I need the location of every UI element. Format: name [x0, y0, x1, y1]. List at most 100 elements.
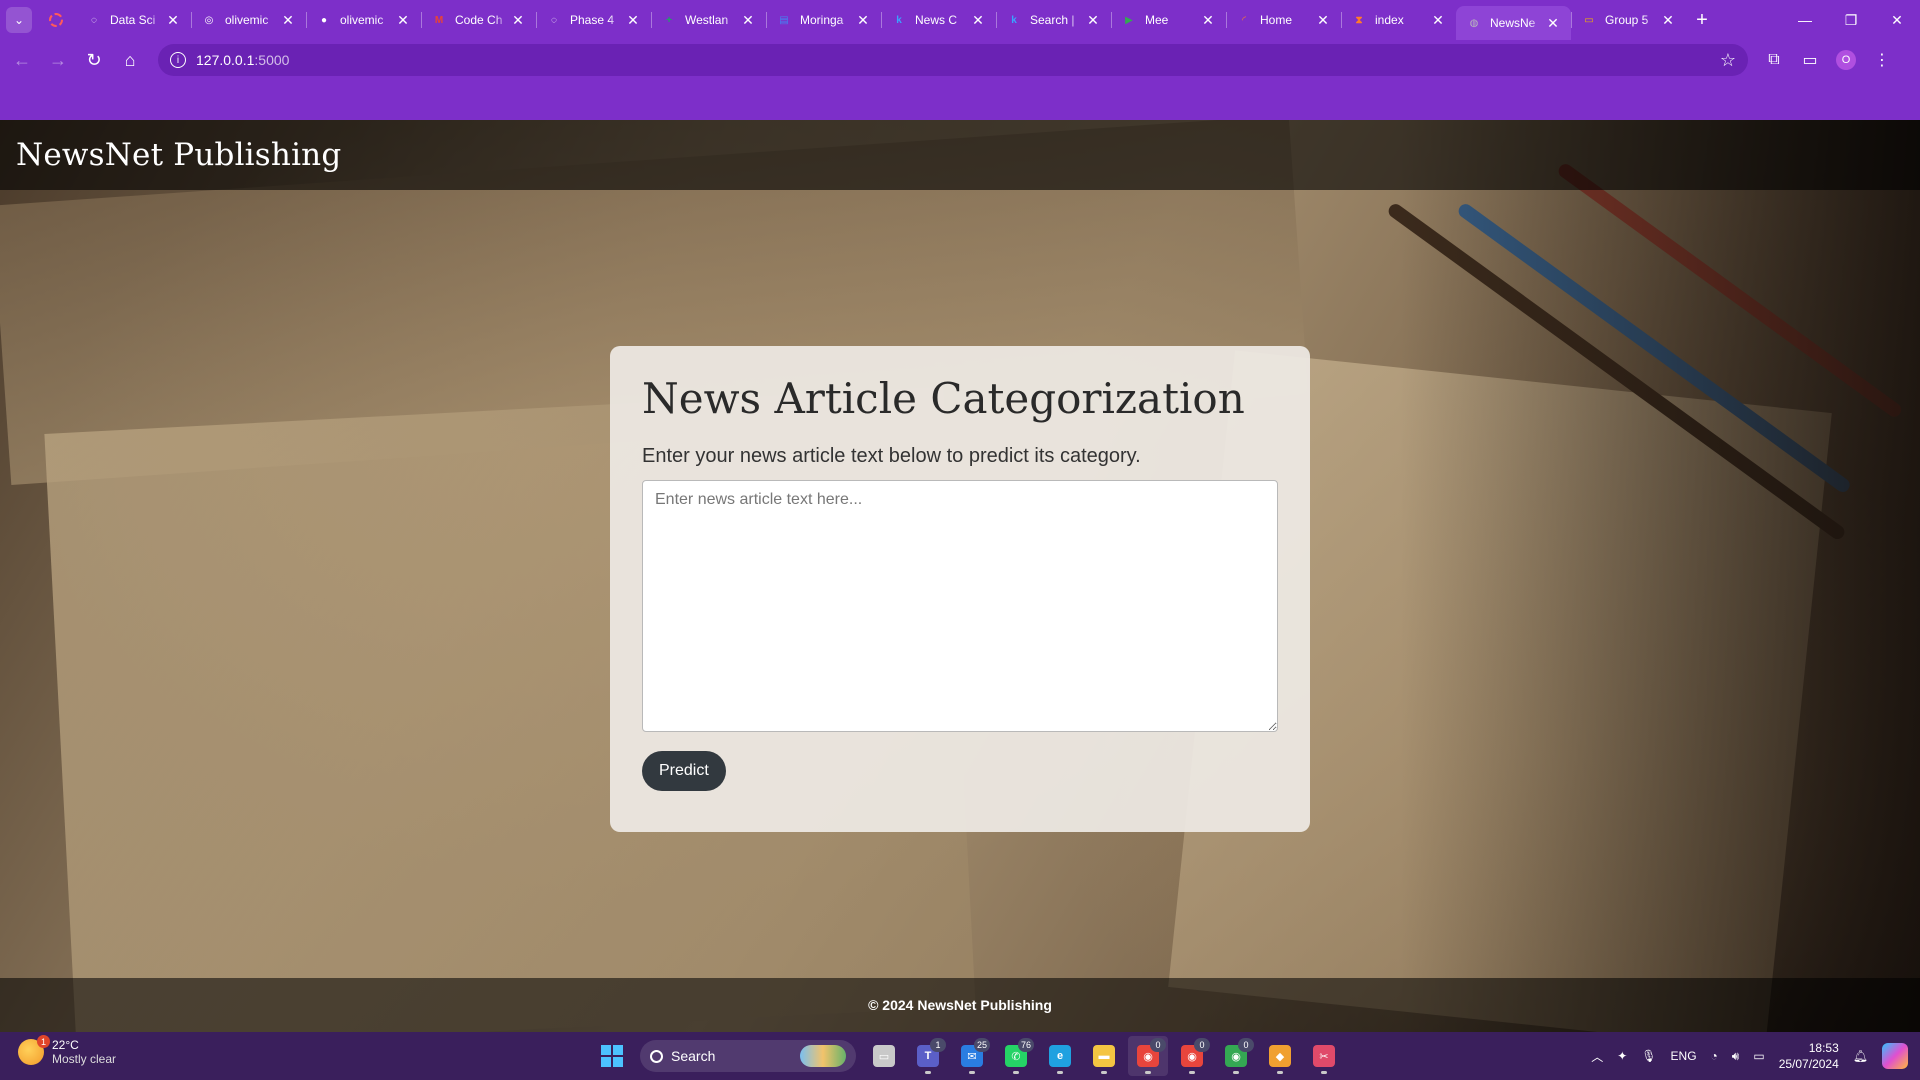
- tab-favicon-icon: ●: [320, 14, 328, 26]
- taskbar-app-button[interactable]: e: [1040, 1036, 1080, 1076]
- show-hidden-icons-icon[interactable]: ︿: [1591, 1048, 1603, 1065]
- tab-close-icon[interactable]: ✕: [1085, 12, 1101, 29]
- clock[interactable]: 18:53 25/07/2024: [1779, 1040, 1839, 1072]
- browser-tab[interactable]: ⧗ index ✕: [1341, 0, 1456, 40]
- tab-close-icon[interactable]: ✕: [510, 12, 526, 29]
- notification-count-badge: 25: [973, 1038, 990, 1052]
- taskbar-search[interactable]: Search: [640, 1040, 856, 1072]
- tab-close-icon[interactable]: ✕: [1315, 12, 1331, 29]
- taskbar-app-button[interactable]: ▬: [1084, 1036, 1124, 1076]
- running-indicator: [1145, 1071, 1151, 1074]
- site-footer: © 2024 NewsNet Publishing: [0, 978, 1920, 1032]
- browser-tab[interactable]: ◎ olivemic ✕: [191, 0, 306, 40]
- volume-icon[interactable]: 🔊︎: [1732, 1049, 1740, 1064]
- tab-favicon-icon: ⧗: [1355, 14, 1363, 26]
- close-window-button[interactable]: ✕: [1874, 0, 1920, 40]
- wifi-icon[interactable]: ◔: [1711, 1049, 1718, 1063]
- tab-close-icon[interactable]: ✕: [165, 12, 181, 29]
- clock-date: 25/07/2024: [1778, 1057, 1839, 1071]
- taskbar-app-button[interactable]: ◆: [1260, 1036, 1300, 1076]
- notification-bell-icon[interactable]: 🔔︎: [1853, 1049, 1868, 1063]
- gpu-icon[interactable]: ✦: [1617, 1049, 1627, 1063]
- system-tray: ︿ ✦ 🎙︎ ENG ◔ 🔊︎ ▭ 18:53 25/07/2024 🔔︎: [1584, 1032, 1920, 1080]
- tab-close-icon[interactable]: ✕: [1200, 12, 1216, 29]
- taskbar-app-button[interactable]: ✆ 76: [996, 1036, 1036, 1076]
- article-text-input[interactable]: [642, 480, 1278, 732]
- browser-tab[interactable]: ▶ Mee ✕: [1111, 0, 1226, 40]
- reload-button[interactable]: ↻: [76, 42, 112, 78]
- tab-title: Code Ch: [455, 13, 503, 27]
- tab-favicon-icon: +: [666, 14, 672, 26]
- edge-icon: e: [1049, 1045, 1071, 1067]
- start-button[interactable]: [592, 1036, 632, 1076]
- browser-tab[interactable]: ● olivemic ✕: [306, 0, 421, 40]
- tab-close-icon[interactable]: ✕: [740, 12, 756, 29]
- profile-avatar-button[interactable]: O: [1828, 42, 1864, 78]
- browser-tab[interactable]: k Search | ✕: [996, 0, 1111, 40]
- browser-tab[interactable]: + Westlan ✕: [651, 0, 766, 40]
- loading-icon: [49, 13, 63, 27]
- running-indicator: [1277, 1071, 1283, 1074]
- tab-favicon-icon: ▤: [779, 14, 789, 26]
- pinned-tab[interactable]: [36, 0, 76, 40]
- tab-favicon-icon: k: [1011, 14, 1017, 26]
- tab-title: Phase 4: [570, 13, 615, 27]
- tab-search-menu-icon[interactable]: ⌄: [6, 7, 32, 33]
- site-brand[interactable]: NewsNet Publishing: [16, 137, 341, 173]
- tab-favicon-icon: ◍: [1469, 17, 1479, 29]
- weather-widget[interactable]: 1 22°C Mostly clear: [18, 1035, 116, 1066]
- browser-tab[interactable]: ◌ Data Sci ✕: [76, 0, 191, 40]
- predict-button[interactable]: Predict: [642, 751, 726, 791]
- taskbar-app-button[interactable]: ✂: [1304, 1036, 1344, 1076]
- back-button[interactable]: ←: [4, 42, 40, 78]
- copilot-icon[interactable]: [1882, 1043, 1908, 1069]
- taskbar-app-button[interactable]: ◉ 0: [1216, 1036, 1256, 1076]
- extensions-icon[interactable]: ⧉: [1756, 42, 1792, 78]
- new-tab-button[interactable]: +: [1686, 0, 1718, 40]
- tab-close-icon[interactable]: ✕: [395, 12, 411, 29]
- taskbar-app-button[interactable]: ▭: [864, 1036, 904, 1076]
- browser-tab[interactable]: M Code Ch ✕: [421, 0, 536, 40]
- taskbar-app-button[interactable]: ◉ 0: [1128, 1036, 1168, 1076]
- browser-tab[interactable]: ◌ Phase 4 ✕: [536, 0, 651, 40]
- minimize-button[interactable]: —: [1782, 0, 1828, 40]
- forward-button[interactable]: →: [40, 42, 76, 78]
- notification-count-badge: 1: [930, 1038, 946, 1052]
- tab-close-icon[interactable]: ✕: [1545, 15, 1561, 32]
- tab-close-icon[interactable]: ✕: [280, 12, 296, 29]
- browser-tab[interactable]: ◍ NewsNe ✕: [1456, 6, 1571, 40]
- tab-close-icon[interactable]: ✕: [970, 12, 986, 29]
- url-text[interactable]: 127.0.0.1:5000: [196, 52, 1720, 68]
- tab-title: Search |: [1030, 13, 1075, 27]
- categorization-card: News Article Categorization Enter your n…: [610, 346, 1310, 832]
- tab-close-icon[interactable]: ✕: [625, 12, 641, 29]
- home-button[interactable]: ⌂: [112, 42, 148, 78]
- browser-tab[interactable]: ▭ Group 5 ✕: [1571, 0, 1686, 40]
- maximize-button[interactable]: ❐: [1828, 0, 1874, 40]
- tab-title: olivemic: [225, 13, 269, 27]
- taskbar-app-button[interactable]: ◉ 0: [1172, 1036, 1212, 1076]
- browser-toolbar: ← → ↻ ⌂ i 127.0.0.1:5000 ☆ ⧉ ▭ O ⋮: [0, 40, 1920, 80]
- tab-close-icon[interactable]: ✕: [1430, 12, 1446, 29]
- browser-tab[interactable]: ◜ Home ✕: [1226, 0, 1341, 40]
- tab-title: NewsNe: [1490, 16, 1536, 30]
- cast-icon[interactable]: ▭: [1792, 42, 1828, 78]
- browser-menu-icon[interactable]: ⋮: [1864, 42, 1900, 78]
- browser-tab[interactable]: k News C ✕: [881, 0, 996, 40]
- taskbar-apps: Search ▭ T 1 ✉ 25 ✆ 76 e ▬ ◉ 0 ◉ 0 ◉ 0 ◆ ✂: [590, 1036, 1346, 1076]
- tab-title: Data Sci: [110, 13, 156, 27]
- taskbar-app-button[interactable]: T1: [908, 1036, 948, 1076]
- notification-count-badge: 0: [1194, 1038, 1210, 1052]
- bookmark-star-icon[interactable]: ☆: [1720, 50, 1736, 71]
- notification-count-badge: 0: [1150, 1038, 1166, 1052]
- battery-icon[interactable]: ▭: [1753, 1049, 1764, 1063]
- site-info-icon[interactable]: i: [170, 52, 186, 68]
- page-viewport: NewsNet Publishing News Article Categori…: [0, 120, 1920, 1032]
- tab-close-icon[interactable]: ✕: [1660, 12, 1676, 29]
- taskbar-app-button[interactable]: ✉ 25: [952, 1036, 992, 1076]
- tab-close-icon[interactable]: ✕: [855, 12, 871, 29]
- browser-tab[interactable]: ▤ Moringa ✕: [766, 0, 881, 40]
- microphone-icon[interactable]: 🎙︎: [1641, 1049, 1656, 1063]
- address-bar[interactable]: i 127.0.0.1:5000 ☆: [158, 44, 1748, 76]
- language-indicator[interactable]: ENG: [1671, 1049, 1697, 1063]
